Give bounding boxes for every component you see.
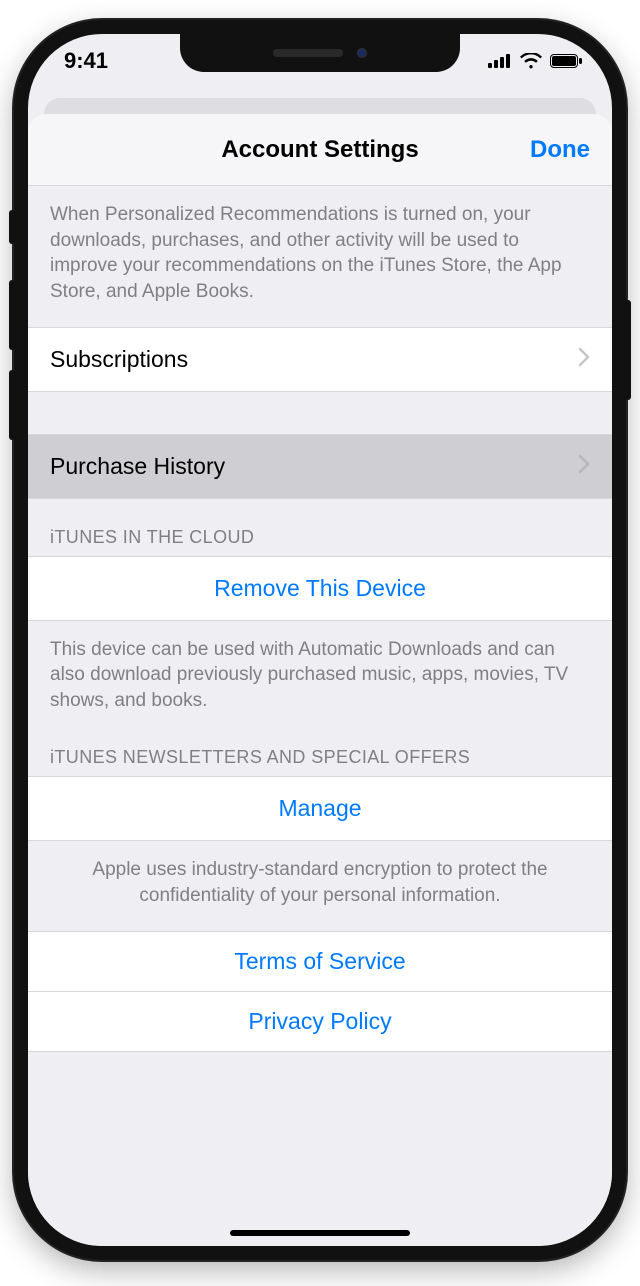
nav-title: Account Settings [221, 136, 418, 164]
remove-device-button[interactable]: Remove This Device [28, 556, 612, 621]
battery-icon [550, 54, 582, 68]
account-settings-sheet: Account Settings Done When Personalized … [28, 114, 612, 1246]
content-scroll[interactable]: When Personalized Recommendations is tur… [28, 186, 612, 1246]
chevron-right-icon [578, 346, 590, 373]
nav-bar: Account Settings Done [28, 114, 612, 186]
volume-up-button [9, 280, 15, 350]
spacer [28, 392, 612, 434]
front-camera [357, 48, 367, 58]
notch [180, 34, 460, 72]
personalized-note: When Personalized Recommendations is tur… [28, 186, 612, 327]
purchase-history-row[interactable]: Purchase History [28, 434, 612, 499]
chevron-right-icon [578, 453, 590, 480]
status-right [488, 53, 582, 69]
cellular-icon [488, 54, 512, 68]
volume-down-button [9, 370, 15, 440]
terms-of-service-link[interactable]: Terms of Service [28, 931, 612, 991]
home-indicator[interactable] [230, 1230, 410, 1236]
terms-label: Terms of Service [234, 948, 405, 974]
power-button [625, 300, 631, 400]
manage-newsletters-button[interactable]: Manage [28, 776, 612, 841]
wifi-icon [520, 53, 542, 69]
remove-device-label: Remove This Device [214, 575, 426, 602]
cloud-note: This device can be used with Automatic D… [28, 621, 612, 736]
speaker-grille [273, 49, 343, 57]
status-time: 9:41 [64, 48, 108, 74]
mute-switch [9, 210, 15, 244]
privacy-policy-link[interactable]: Privacy Policy [28, 991, 612, 1052]
encryption-note: Apple uses industry-standard encryption … [28, 841, 612, 930]
subscriptions-label: Subscriptions [50, 346, 188, 373]
manage-label: Manage [278, 795, 361, 822]
subscriptions-row[interactable]: Subscriptions [28, 327, 612, 392]
itunes-cloud-header: iTUNES IN THE CLOUD [28, 499, 612, 556]
screen: 9:41 Ac [28, 34, 612, 1246]
done-button[interactable]: Done [530, 136, 590, 164]
purchase-history-label: Purchase History [50, 453, 225, 480]
newsletters-header: iTUNES NEWSLETTERS AND SPECIAL OFFERS [28, 735, 612, 776]
privacy-label: Privacy Policy [248, 1008, 391, 1034]
device-frame: 9:41 Ac [14, 20, 626, 1260]
